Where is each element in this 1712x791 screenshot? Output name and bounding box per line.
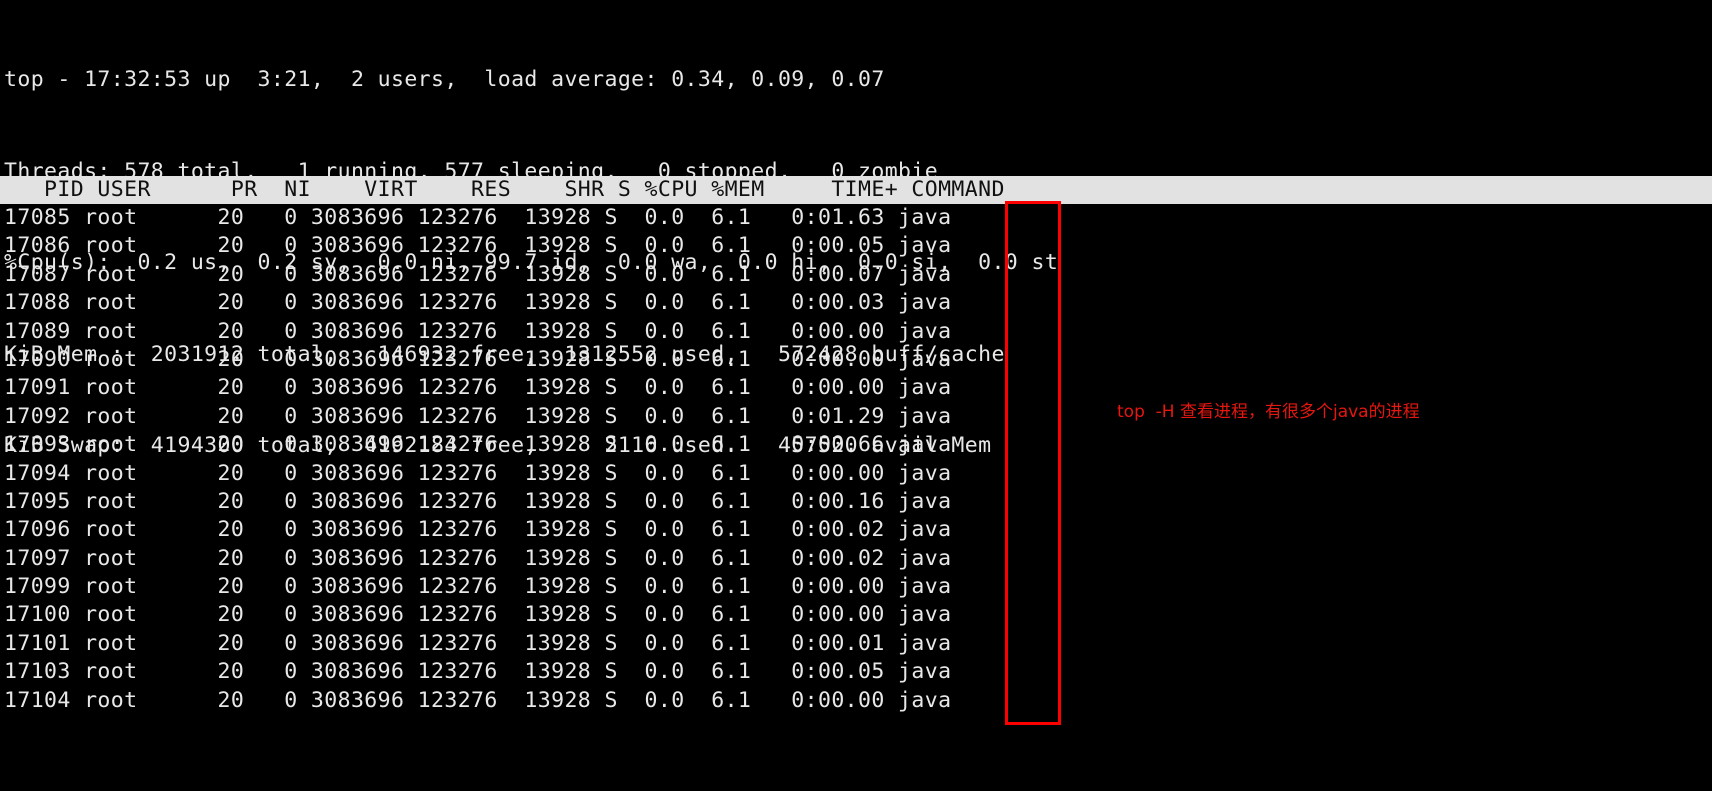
process-table-header[interactable]: PID USER PR NI VIRT RES SHR S %CPU %MEM … xyxy=(0,176,1712,204)
table-row: 17100 root 20 0 3083696 123276 13928 S 0… xyxy=(4,602,952,628)
table-row: 17092 root 20 0 3083696 123276 13928 S 0… xyxy=(4,403,952,429)
table-row: 17085 root 20 0 3083696 123276 13928 S 0… xyxy=(4,205,952,230)
process-table-body: 17085 root 20 0 3083696 123276 13928 S 0… xyxy=(0,204,1712,715)
table-row: 17099 root 20 0 3083696 123276 13928 S 0… xyxy=(4,574,952,600)
table-row: 17093 root 20 0 3083696 123276 13928 S 0… xyxy=(4,432,952,458)
table-row: 17095 root 20 0 3083696 123276 13928 S 0… xyxy=(4,488,952,514)
table-row: 17104 root 20 0 3083696 123276 13928 S 0… xyxy=(4,687,952,713)
table-row: 17087 root 20 0 3083696 123276 13928 S 0… xyxy=(4,261,952,287)
summary-line-uptime: top - 17:32:53 up 3:21, 2 users, load av… xyxy=(4,67,885,92)
table-row: 17088 root 20 0 3083696 123276 13928 S 0… xyxy=(4,290,952,316)
table-row: 17101 root 20 0 3083696 123276 13928 S 0… xyxy=(4,630,952,656)
table-row: 17103 root 20 0 3083696 123276 13928 S 0… xyxy=(4,659,952,685)
table-row: 17096 root 20 0 3083696 123276 13928 S 0… xyxy=(4,517,952,543)
terminal-window: top - 17:32:53 up 3:21, 2 users, load av… xyxy=(0,0,1712,791)
table-row: 17094 root 20 0 3083696 123276 13928 S 0… xyxy=(4,460,952,486)
process-table: PID USER PR NI VIRT RES SHR S %CPU %MEM … xyxy=(0,176,1712,715)
table-row: 17090 root 20 0 3083696 123276 13928 S 0… xyxy=(4,346,952,372)
table-row: 17086 root 20 0 3083696 123276 13928 S 0… xyxy=(4,233,952,259)
table-row: 17089 root 20 0 3083696 123276 13928 S 0… xyxy=(4,318,952,344)
table-row: 17097 root 20 0 3083696 123276 13928 S 0… xyxy=(4,545,952,571)
annotation-note: top -H 查看进程，有很多个java的进程 xyxy=(1117,402,1420,422)
table-row: 17091 root 20 0 3083696 123276 13928 S 0… xyxy=(4,375,952,401)
